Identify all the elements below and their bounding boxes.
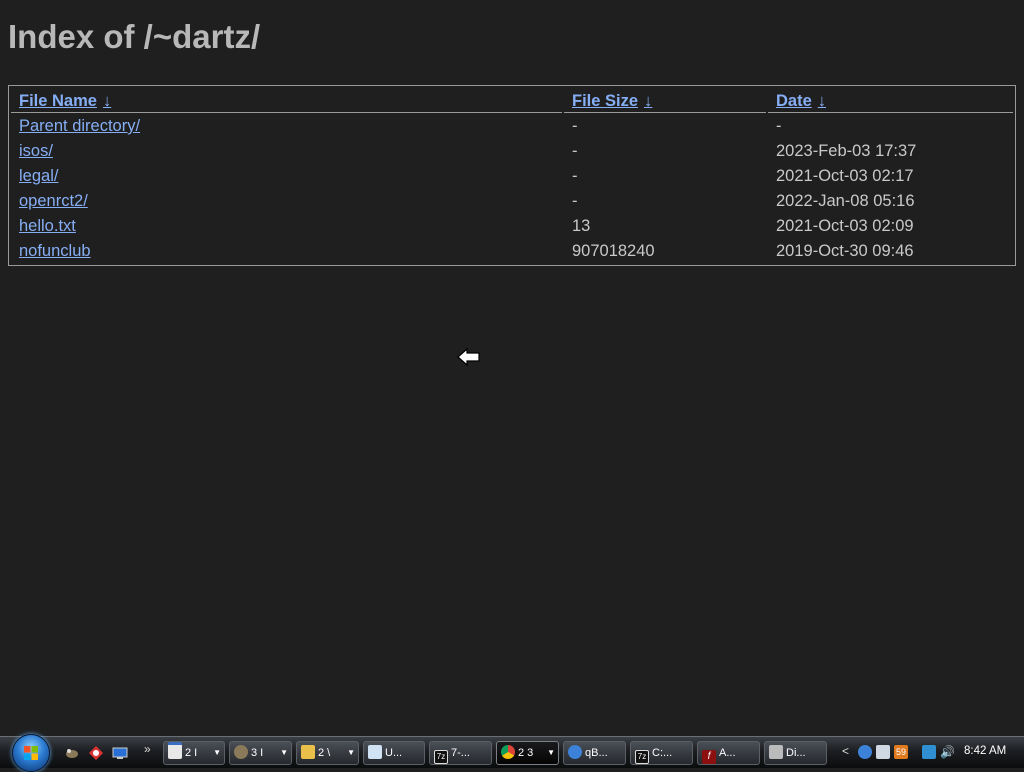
taskbar-button-windows[interactable]: 2 I ▼: [163, 741, 225, 765]
table-row: hello.txt 13 2021-Oct-03 02:09: [11, 215, 1013, 238]
file-link[interactable]: isos/: [19, 142, 53, 160]
file-link[interactable]: Parent directory/: [19, 117, 140, 135]
file-date: 2019-Oct-30 09:46: [776, 242, 914, 260]
taskbar-button-gimp[interactable]: 3 I ▼: [229, 741, 292, 765]
header-file-size: File Size ↓: [564, 88, 766, 113]
table-header-row: File Name ↓ File Size ↓ Date ↓: [11, 88, 1013, 113]
file-link[interactable]: openrct2/: [19, 192, 88, 210]
taskbar-button-7zip-c[interactable]: 7z C:...: [630, 741, 693, 765]
folder-icon: [301, 745, 315, 759]
taskbar-button-qbittorrent[interactable]: qB...: [563, 741, 626, 765]
7zip-icon: 7z: [434, 750, 448, 764]
start-button[interactable]: [12, 734, 50, 772]
header-file-name: File Name ↓: [11, 88, 562, 113]
chevron-down-icon: ▼: [280, 748, 288, 757]
back-arrow-cursor-icon: [457, 347, 480, 367]
file-size: -: [572, 167, 578, 185]
sort-by-date-link[interactable]: Date ↓: [776, 92, 826, 110]
clock[interactable]: 8:42 AM: [964, 745, 1006, 757]
file-size: 907018240: [572, 242, 655, 260]
qbittorrent-icon: [568, 745, 582, 759]
taskbar-button-7zip[interactable]: 7z 7-...: [429, 741, 492, 765]
taskbar-button-label: 2 I: [185, 747, 198, 759]
table-row: openrct2/ - 2022-Jan-08 05:16: [11, 190, 1013, 213]
file-link[interactable]: hello.txt: [19, 217, 76, 235]
app-quicklaunch-icon[interactable]: [88, 745, 104, 761]
header-name-label: File Name: [19, 91, 97, 110]
taskbar-button-label: C:...: [652, 747, 673, 759]
taskbar-button-label: Di...: [786, 747, 806, 759]
disk-icon: [769, 745, 783, 759]
taskbar-button-flash[interactable]: f A...: [697, 741, 760, 765]
sort-by-name-link[interactable]: File Name ↓: [19, 92, 111, 110]
gimp-icon: [234, 745, 248, 759]
qbittorrent-tray-icon[interactable]: [858, 745, 872, 759]
file-size: 13: [572, 217, 591, 235]
taskbar-button-label: 3 I: [251, 747, 264, 759]
quicklaunch-overflow-icon[interactable]: »: [144, 742, 151, 756]
table-row: Parent directory/ - -: [11, 115, 1013, 138]
file-date: 2022-Jan-08 05:16: [776, 192, 915, 210]
taskbar-button-label: qB...: [585, 747, 608, 759]
tray-badge[interactable]: 59: [894, 745, 908, 759]
chevron-down-icon: ▼: [547, 748, 555, 757]
file-size: -: [572, 142, 578, 160]
taskbar-button-disk[interactable]: Di...: [764, 741, 827, 765]
app-tray-icon[interactable]: [876, 745, 890, 759]
taskbar-button-label: 2 3: [518, 747, 534, 759]
network-icon[interactable]: [922, 745, 936, 759]
taskbar: » 2 I ▼ 3 I ▼ 2 \ ▼ U... 7z 7-... 2 3 ▼ qB...…: [0, 734, 1024, 772]
flash-icon: f: [702, 750, 716, 764]
taskbar-button-label: A...: [719, 747, 736, 759]
file-date: 2021-Oct-03 02:17: [776, 167, 914, 185]
taskbar-button-label: 7-...: [451, 747, 470, 759]
windows-logo-icon: [24, 746, 38, 760]
7zip-icon: 7z: [635, 750, 649, 764]
taskbar-button-label: U...: [385, 747, 403, 759]
sort-arrow-icon: ↓: [102, 91, 112, 110]
sort-arrow-icon: ↓: [817, 91, 827, 110]
file-date: 2023-Feb-03 17:37: [776, 142, 917, 160]
show-desktop-icon[interactable]: [112, 745, 128, 761]
header-date-label: Date: [776, 91, 812, 110]
window-icon: [168, 742, 182, 759]
header-size-label: File Size: [572, 91, 639, 110]
table-row: legal/ - 2021-Oct-03 02:17: [11, 165, 1013, 188]
taskbar-button-explorer[interactable]: 2 \ ▼: [296, 741, 359, 765]
taskbar-button-label: 2 \: [318, 747, 331, 759]
chevron-down-icon: ▼: [213, 748, 221, 757]
sort-arrow-icon: ↓: [644, 91, 653, 110]
file-size: -: [572, 117, 578, 135]
file-size: -: [572, 192, 578, 210]
taskbar-button-chrome[interactable]: 2 3 ▼: [496, 741, 559, 765]
table-row: isos/ - 2023-Feb-03 17:37: [11, 140, 1013, 163]
chrome-icon: [501, 745, 515, 759]
taskbar-button-notepad[interactable]: U...: [363, 741, 425, 765]
chevron-down-icon: ▼: [347, 748, 355, 757]
gimp-quicklaunch-icon[interactable]: [64, 745, 80, 761]
file-link[interactable]: legal/: [19, 167, 58, 185]
notepad-icon: [368, 745, 382, 759]
browser-page: Index of /~dartz/ File Name ↓ File Size ↓ …: [0, 0, 1024, 736]
file-date: 2021-Oct-03 02:09: [776, 217, 914, 235]
file-date: -: [776, 117, 782, 135]
sort-by-size-link[interactable]: File Size ↓: [572, 92, 652, 110]
header-date: Date ↓: [768, 88, 1013, 113]
tray-expand-icon[interactable]: <: [842, 744, 849, 758]
file-link[interactable]: nofunclub: [19, 242, 91, 260]
directory-listing-table: File Name ↓ File Size ↓ Date ↓ Parent direc…: [8, 85, 1016, 266]
volume-icon[interactable]: 🔊: [940, 745, 955, 759]
page-title: Index of /~dartz/: [8, 18, 261, 55]
table-row: nofunclub 907018240 2019-Oct-30 09:46: [11, 240, 1013, 263]
